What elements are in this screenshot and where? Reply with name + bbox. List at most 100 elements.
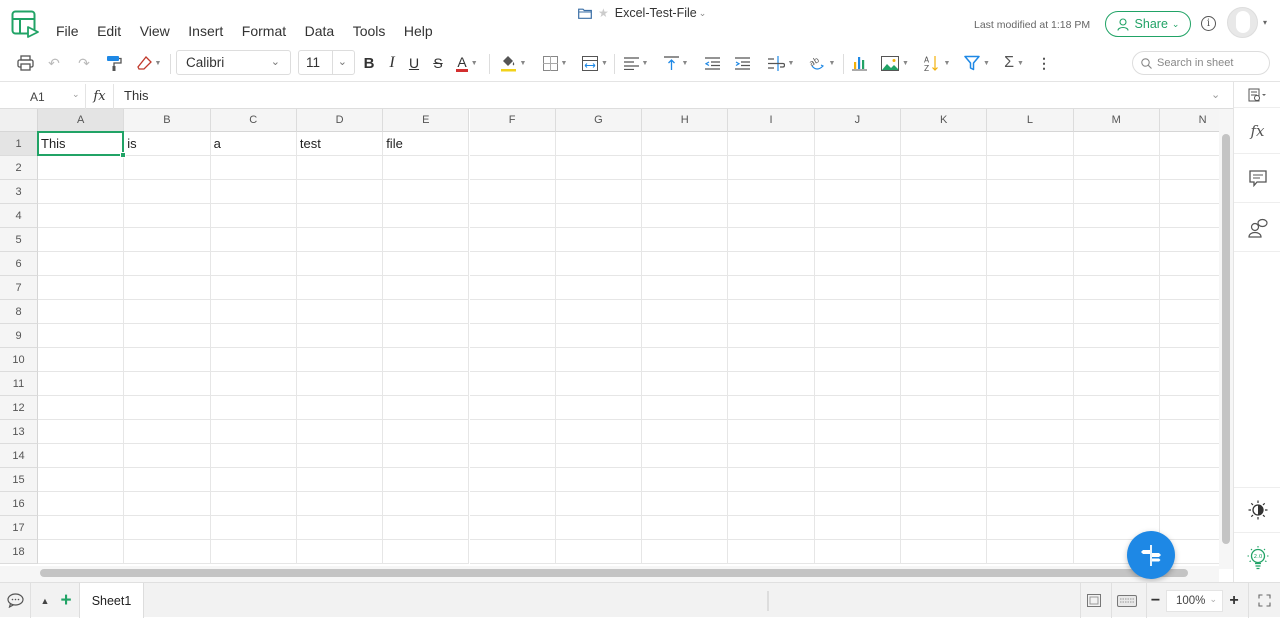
- cell-n14[interactable]: [1159, 444, 1219, 468]
- floating-guide-button[interactable]: [1127, 531, 1175, 579]
- cell-n4[interactable]: [1159, 204, 1219, 228]
- cell-l14[interactable]: [987, 444, 1074, 468]
- cell-j9[interactable]: [814, 324, 901, 348]
- font-family-select[interactable]: Calibri ⌄: [176, 50, 291, 75]
- cell-n2[interactable]: [1159, 156, 1219, 180]
- fill-color-button[interactable]: ▼: [496, 46, 530, 80]
- filter-button[interactable]: ▼: [960, 46, 994, 80]
- paint-format-icon[interactable]: [104, 46, 124, 80]
- row-header-16[interactable]: 16: [0, 492, 38, 516]
- cell-b9[interactable]: [124, 324, 211, 348]
- vertical-scrollbar[interactable]: [1219, 109, 1233, 569]
- cell-l7[interactable]: [987, 276, 1074, 300]
- cell-a11[interactable]: [38, 372, 125, 396]
- cell-h12[interactable]: [642, 396, 729, 420]
- cell-l6[interactable]: [987, 252, 1074, 276]
- cell-f1[interactable]: [469, 132, 556, 156]
- cell-c7[interactable]: [210, 276, 297, 300]
- cell-e4[interactable]: [383, 204, 470, 228]
- cell-g14[interactable]: [555, 444, 643, 468]
- cell-a1[interactable]: This: [38, 132, 125, 156]
- cell-f12[interactable]: [469, 396, 556, 420]
- cell-k13[interactable]: [901, 420, 988, 444]
- cell-g5[interactable]: [555, 228, 643, 252]
- select-all-corner[interactable]: [0, 109, 38, 132]
- cell-c11[interactable]: [210, 372, 297, 396]
- column-header-k[interactable]: K: [901, 109, 988, 132]
- cell-m6[interactable]: [1073, 252, 1160, 276]
- insert-chart-icon[interactable]: [848, 46, 870, 80]
- cell-f13[interactable]: [469, 420, 556, 444]
- decrease-indent-icon[interactable]: [702, 46, 722, 80]
- cell-a2[interactable]: [38, 156, 125, 180]
- cell-b5[interactable]: [124, 228, 211, 252]
- cell-g3[interactable]: [555, 180, 643, 204]
- cell-d9[interactable]: [296, 324, 384, 348]
- cell-e7[interactable]: [383, 276, 470, 300]
- text-rotation-button[interactable]: ab ▼: [806, 46, 838, 80]
- cell-m14[interactable]: [1073, 444, 1160, 468]
- cell-h6[interactable]: [642, 252, 729, 276]
- cell-g13[interactable]: [555, 420, 643, 444]
- horizontal-scrollbar[interactable]: [0, 566, 1219, 582]
- italic-button[interactable]: I: [384, 46, 400, 80]
- cell-i4[interactable]: [728, 204, 815, 228]
- cell-f10[interactable]: [469, 348, 556, 372]
- cell-f14[interactable]: [469, 444, 556, 468]
- cell-j8[interactable]: [814, 300, 901, 324]
- row-header-18[interactable]: 18: [0, 540, 38, 564]
- cell-m1[interactable]: [1073, 132, 1160, 156]
- zoom-out-button[interactable]: −: [1146, 583, 1164, 618]
- cell-n13[interactable]: [1159, 420, 1219, 444]
- cell-g9[interactable]: [555, 324, 643, 348]
- cell-h8[interactable]: [642, 300, 729, 324]
- cell-n10[interactable]: [1159, 348, 1219, 372]
- cell-i8[interactable]: [728, 300, 815, 324]
- cell-e1[interactable]: file: [383, 132, 470, 156]
- cell-j4[interactable]: [814, 204, 901, 228]
- cell-n7[interactable]: [1159, 276, 1219, 300]
- cell-h2[interactable]: [642, 156, 729, 180]
- column-header-i[interactable]: I: [728, 109, 815, 132]
- cell-m13[interactable]: [1073, 420, 1160, 444]
- row-header-6[interactable]: 6: [0, 252, 38, 276]
- menu-edit[interactable]: Edit: [97, 23, 121, 39]
- cell-j14[interactable]: [814, 444, 901, 468]
- menu-tools[interactable]: Tools: [353, 23, 386, 39]
- cell-e6[interactable]: [383, 252, 470, 276]
- cell-i18[interactable]: [728, 540, 815, 564]
- sort-button[interactable]: A Z ▼: [920, 46, 954, 80]
- cell-l18[interactable]: [987, 540, 1074, 564]
- increase-indent-icon[interactable]: [732, 46, 752, 80]
- cell-e11[interactable]: [383, 372, 470, 396]
- cell-a15[interactable]: [38, 468, 125, 492]
- cell-m10[interactable]: [1073, 348, 1160, 372]
- cell-a12[interactable]: [38, 396, 125, 420]
- file-title[interactable]: Excel-Test-File: [615, 6, 697, 20]
- clear-format-icon[interactable]: ▼: [134, 46, 164, 80]
- cell-c1[interactable]: a: [210, 132, 297, 156]
- expand-formula-chevron-icon[interactable]: ⌄: [1211, 88, 1220, 101]
- cell-d2[interactable]: [296, 156, 384, 180]
- cell-j17[interactable]: [814, 516, 901, 540]
- avatar-dropdown-icon[interactable]: ▾: [1263, 18, 1267, 27]
- cell-n3[interactable]: [1159, 180, 1219, 204]
- cell-i16[interactable]: [728, 492, 815, 516]
- cell-a13[interactable]: [38, 420, 125, 444]
- menu-file[interactable]: File: [56, 23, 79, 39]
- row-header-12[interactable]: 12: [0, 396, 38, 420]
- row-header-15[interactable]: 15: [0, 468, 38, 492]
- folder-icon[interactable]: [578, 8, 592, 19]
- cell-e3[interactable]: [383, 180, 470, 204]
- cell-m2[interactable]: [1073, 156, 1160, 180]
- cell-j18[interactable]: [814, 540, 901, 564]
- cell-g10[interactable]: [555, 348, 643, 372]
- cell-c4[interactable]: [210, 204, 297, 228]
- cell-f5[interactable]: [469, 228, 556, 252]
- cell-b11[interactable]: [124, 372, 211, 396]
- cell-h11[interactable]: [642, 372, 729, 396]
- cell-d3[interactable]: [296, 180, 384, 204]
- print-icon[interactable]: [14, 46, 36, 80]
- cell-k5[interactable]: [901, 228, 988, 252]
- sheet-tab-sheet1[interactable]: Sheet1: [79, 583, 144, 618]
